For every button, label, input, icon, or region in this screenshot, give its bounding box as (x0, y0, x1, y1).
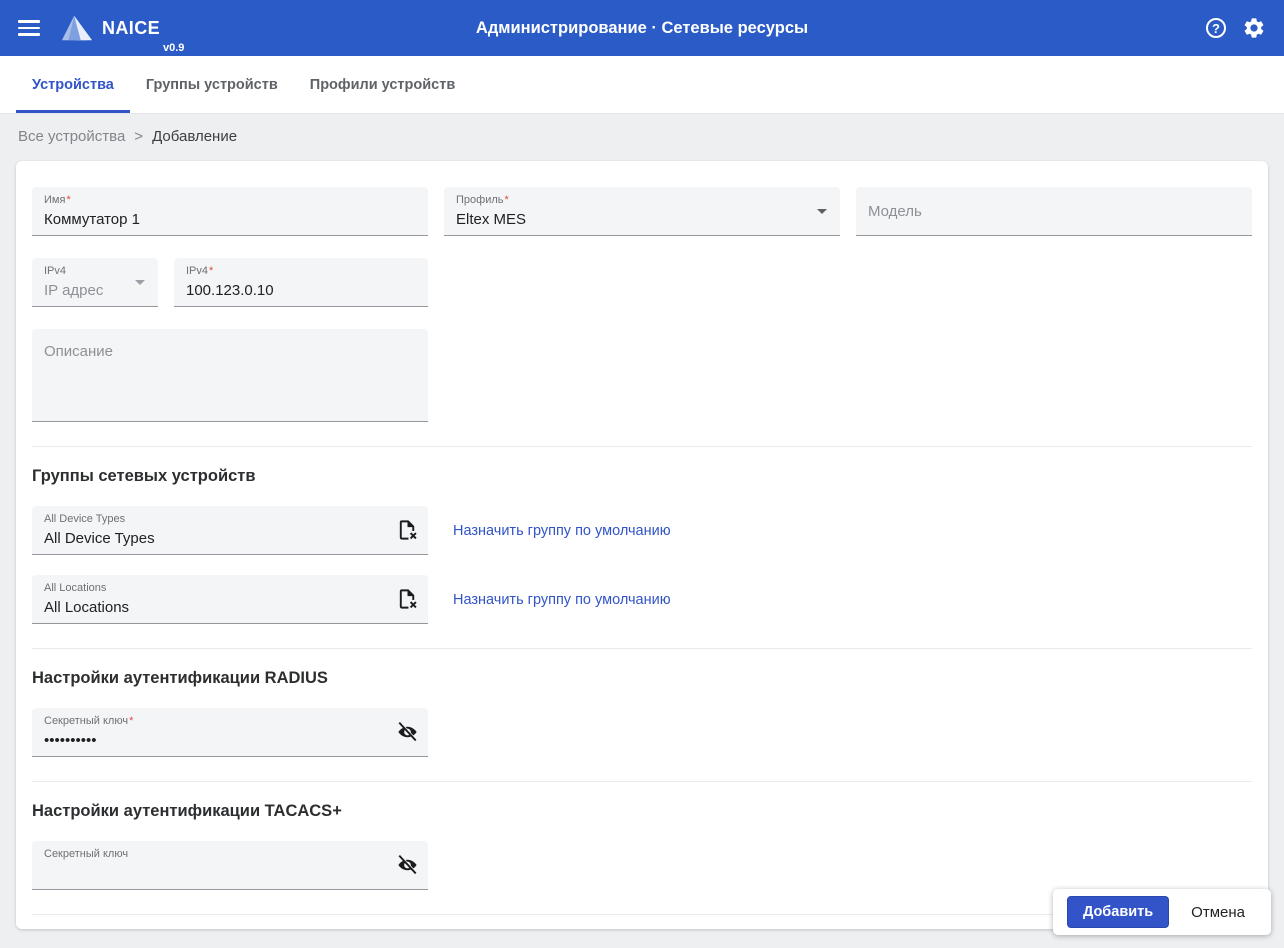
tab-devices[interactable]: Устройства (16, 56, 130, 113)
top-app-bar: NAICE v0.9 Администрирование · Сетевые р… (0, 0, 1284, 56)
profile-select-value: Eltex MES (456, 210, 828, 229)
brand-version: v0.9 (163, 42, 184, 56)
breadcrumb: Все устройства > Добавление (0, 114, 1284, 157)
toggle-password-visibility-button[interactable] (396, 721, 419, 744)
ip-address-field[interactable]: IPv4* 100.123.0.10 (174, 258, 428, 307)
device-type-group-label: All Device Types (44, 512, 416, 526)
description-textarea[interactable]: Описание (32, 329, 428, 422)
help-icon: ? (1206, 18, 1226, 38)
required-asterisk: * (129, 715, 133, 727)
ip-type-select-label: IPv4 (44, 264, 146, 278)
assign-default-group-link[interactable]: Назначить группу по умолчанию (453, 523, 671, 539)
gear-icon (1242, 16, 1266, 40)
model-field[interactable]: Модель (856, 187, 1252, 236)
file-remove-icon (396, 588, 419, 611)
name-field-label: Имя* (44, 193, 416, 207)
add-device-card: Имя* Коммутатор 1 Профиль* Eltex MES Мод… (16, 161, 1268, 929)
required-asterisk: * (505, 194, 509, 206)
breadcrumb-separator: > (134, 128, 143, 145)
page-title: Администрирование · Сетевые ресурсы (476, 19, 808, 38)
tacacs-secret-value (44, 864, 416, 883)
profile-select-label: Профиль* (456, 193, 828, 207)
description-placeholder: Описание (44, 343, 113, 360)
profile-select[interactable]: Профиль* Eltex MES (444, 187, 840, 236)
topbar-actions: ? (1206, 16, 1266, 40)
clear-group-button[interactable] (396, 519, 419, 542)
tab-device-profiles[interactable]: Профили устройств (294, 56, 471, 113)
toggle-password-visibility-button[interactable] (396, 854, 419, 877)
required-asterisk: * (66, 194, 70, 206)
radius-section-title: Настройки аутентификации RADIUS (32, 669, 1252, 688)
section-divider (32, 446, 1252, 447)
ip-type-select-value: IP адрес (44, 281, 146, 300)
tacacs-secret-label: Секретный ключ (44, 847, 416, 861)
location-group-row: All Locations All Locations Назначить гр… (32, 575, 1252, 624)
name-field[interactable]: Имя* Коммутатор 1 (32, 187, 428, 236)
radius-secret-row: Секретный ключ* •••••••••• (32, 708, 1252, 757)
app-logo-icon (60, 13, 94, 43)
device-type-group-row: All Device Types All Device Types Назнач… (32, 506, 1252, 555)
ip-address-field-value: 100.123.0.10 (186, 281, 416, 300)
ip-address-field-label: IPv4* (186, 264, 416, 278)
radius-secret-field[interactable]: Секретный ключ* •••••••••• (32, 708, 428, 757)
location-group-label: All Locations (44, 581, 416, 595)
groups-section-title: Группы сетевых устройств (32, 467, 1252, 486)
model-field-placeholder: Модель (868, 203, 922, 220)
ip-type-select[interactable]: IPv4 IP адрес (32, 258, 158, 307)
form-row-ip: IPv4 IP адрес IPv4* 100.123.0.10 (32, 258, 1252, 307)
form-action-bar: Добавить Отмена (1053, 889, 1271, 935)
chevron-down-icon (135, 280, 145, 285)
name-field-value: Коммутатор 1 (44, 210, 416, 229)
device-type-group-value: All Device Types (44, 529, 416, 548)
assign-default-group-link[interactable]: Назначить группу по умолчанию (453, 592, 671, 608)
file-remove-icon (396, 519, 419, 542)
tacacs-section-title: Настройки аутентификации TACACS+ (32, 802, 1252, 821)
tacacs-secret-field[interactable]: Секретный ключ (32, 841, 428, 890)
tacacs-secret-row: Секретный ключ (32, 841, 1252, 890)
breadcrumb-all-devices-link[interactable]: Все устройства (18, 128, 125, 145)
location-group-select[interactable]: All Locations All Locations (32, 575, 428, 624)
required-asterisk: * (209, 265, 213, 277)
help-button[interactable]: ? (1206, 18, 1226, 38)
tab-bar: Устройства Группы устройств Профили устр… (0, 56, 1284, 114)
brand-name: NAICE (102, 18, 160, 39)
clear-group-button[interactable] (396, 588, 419, 611)
submit-button[interactable]: Добавить (1067, 896, 1169, 928)
eye-off-icon (396, 854, 419, 877)
form-row-main: Имя* Коммутатор 1 Профиль* Eltex MES Мод… (32, 187, 1252, 236)
menu-icon[interactable] (18, 16, 42, 40)
location-group-value: All Locations (44, 598, 416, 617)
device-type-group-select[interactable]: All Device Types All Device Types (32, 506, 428, 555)
chevron-down-icon (817, 209, 827, 214)
section-divider (32, 781, 1252, 782)
tab-device-groups[interactable]: Группы устройств (130, 56, 294, 113)
breadcrumb-current: Добавление (152, 128, 237, 145)
settings-button[interactable] (1242, 16, 1266, 40)
section-divider (32, 648, 1252, 649)
cancel-button[interactable]: Отмена (1179, 897, 1257, 928)
radius-secret-value: •••••••••• (44, 731, 416, 750)
form-row-description: Описание (32, 329, 1252, 422)
radius-secret-label: Секретный ключ* (44, 714, 416, 728)
eye-off-icon (396, 721, 419, 744)
